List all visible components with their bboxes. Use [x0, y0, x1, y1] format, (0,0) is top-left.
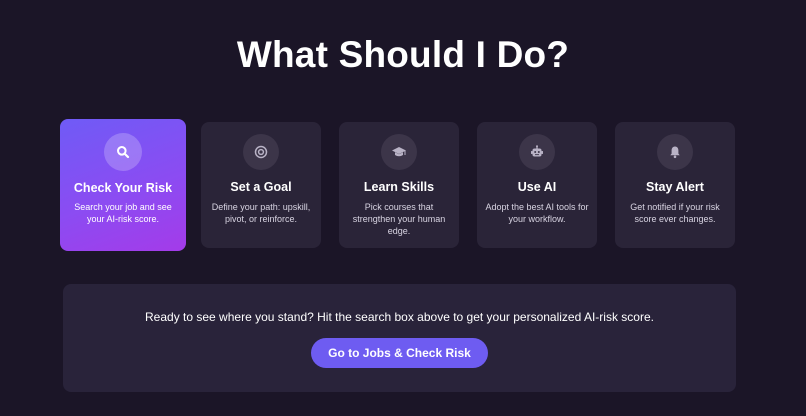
- card-use-ai[interactable]: Use AI Adopt the best AI tools for your …: [477, 122, 597, 248]
- card-title: Set a Goal: [230, 180, 292, 194]
- card-set-a-goal[interactable]: Set a Goal Define your path: upskill, pi…: [201, 122, 321, 248]
- card-title: Check Your Risk: [73, 181, 173, 195]
- card-title: Use AI: [517, 180, 557, 194]
- robot-icon: [519, 134, 555, 170]
- card-description: Pick courses that strengthen your human …: [352, 202, 446, 236]
- card-description: Get notified if your risk score ever cha…: [630, 202, 720, 224]
- go-to-jobs-button[interactable]: Go to Jobs & Check Risk: [311, 338, 488, 368]
- card-title: Stay Alert: [646, 180, 704, 194]
- cta-text: Ready to see where you stand? Hit the se…: [145, 310, 654, 324]
- card-description: Adopt the best AI tools for your workflo…: [485, 202, 589, 224]
- card-description: Search your job and see your AI-risk sco…: [74, 202, 172, 224]
- cta-panel: Ready to see where you stand? Hit the se…: [63, 284, 736, 392]
- card-title: Learn Skills: [363, 180, 435, 194]
- search-icon: [104, 133, 142, 171]
- target-icon: [243, 134, 279, 170]
- action-cards: Check Your Risk Search your job and see …: [60, 119, 736, 251]
- page-title: What Should I Do?: [236, 34, 570, 75]
- graduation-cap-icon: [381, 134, 417, 170]
- card-description: Define your path: upskill, pivot, or rei…: [211, 202, 311, 224]
- card-stay-alert[interactable]: Stay Alert Get notified if your risk sco…: [615, 122, 735, 248]
- card-check-your-risk[interactable]: Check Your Risk Search your job and see …: [60, 119, 186, 251]
- card-learn-skills[interactable]: Learn Skills Pick courses that strengthe…: [339, 122, 459, 248]
- bell-icon: [657, 134, 693, 170]
